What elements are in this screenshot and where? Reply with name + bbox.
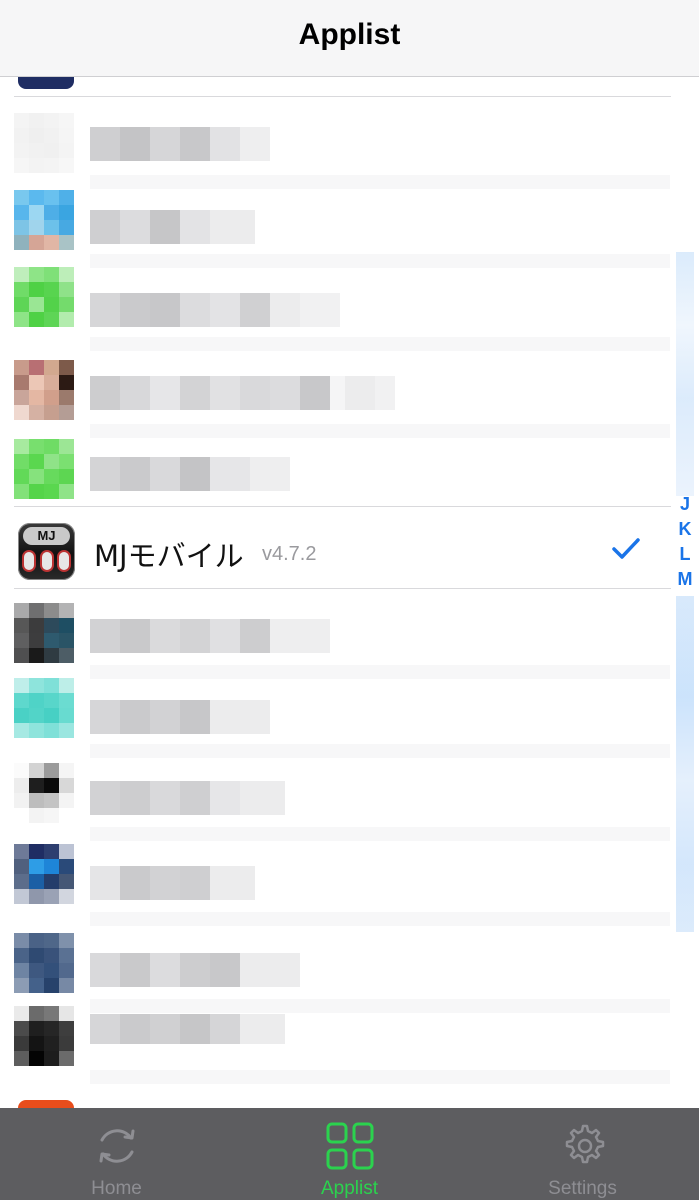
index-letter-m[interactable]: M <box>676 569 694 590</box>
page-title: Applist <box>298 18 401 51</box>
list-item[interactable] <box>0 182 699 268</box>
list-item[interactable] <box>0 97 699 189</box>
app-name-obscured <box>90 293 340 327</box>
app-icon <box>14 763 74 823</box>
tab-settings[interactable]: Settings <box>466 1108 699 1200</box>
index-letter-j[interactable]: J <box>676 494 694 515</box>
app-name-obscured <box>90 457 290 491</box>
app-icon <box>14 933 74 993</box>
list-item[interactable] <box>0 437 699 507</box>
app-version: v4.7.2 <box>262 543 317 565</box>
nav-bar: Applist <box>0 0 699 77</box>
index-letter-k[interactable]: K <box>676 519 694 540</box>
list-item[interactable] <box>0 929 699 1014</box>
app-name: MJモバイル <box>94 539 244 573</box>
section-index-scrollbar[interactable] <box>676 252 694 932</box>
app-icon <box>14 190 74 250</box>
app-icon <box>14 439 74 499</box>
list-item[interactable] <box>0 77 699 93</box>
checkmark-icon <box>612 538 640 559</box>
list-item-selected[interactable]: MJ MJモバイル v4.7.2 <box>0 507 699 589</box>
list-item[interactable] <box>0 759 699 844</box>
tab-bar: Home Applist Settings <box>0 1108 699 1200</box>
app-icon <box>18 1100 74 1108</box>
app-icon <box>14 844 74 904</box>
app-icon <box>14 113 74 173</box>
app-icon <box>14 267 74 327</box>
gear-icon <box>565 1124 604 1164</box>
app-icon <box>18 77 74 89</box>
app-icon-logo: MJ <box>23 527 70 545</box>
tab-home[interactable]: Home <box>0 1108 233 1200</box>
app-icon <box>14 360 74 420</box>
app-icon <box>14 678 74 738</box>
list-item[interactable] <box>0 352 699 438</box>
app-name-obscured <box>90 376 395 410</box>
app-name-obscured <box>90 781 285 815</box>
tab-home-label: Home <box>91 1178 142 1199</box>
tab-applist-label: Applist <box>320 1178 379 1199</box>
list-item[interactable] <box>0 589 699 679</box>
app-icon <box>14 603 74 663</box>
app-name-obscured <box>90 619 330 653</box>
app-name-obscured <box>90 1014 285 1044</box>
tab-settings-label: Settings <box>548 1178 617 1199</box>
refresh-icon <box>99 1129 134 1163</box>
app-list[interactable]: MJ MJモバイル v4.7.2 <box>0 77 699 1108</box>
app-name-obscured <box>90 210 255 244</box>
app-name-obscured <box>90 700 270 734</box>
app-name-obscured <box>90 953 300 987</box>
app-name-obscured <box>90 127 270 161</box>
list-item[interactable] <box>0 1006 699 1099</box>
index-letter-l[interactable]: L <box>676 544 694 565</box>
list-item[interactable] <box>0 267 699 352</box>
list-item[interactable] <box>0 844 699 929</box>
list-item[interactable] <box>0 674 699 759</box>
tab-applist[interactable]: Applist <box>233 1108 466 1200</box>
app-icon <box>14 1006 74 1066</box>
grid-icon <box>326 1122 373 1170</box>
app-icon-mj: MJ <box>18 523 75 580</box>
app-name-obscured <box>90 866 255 900</box>
